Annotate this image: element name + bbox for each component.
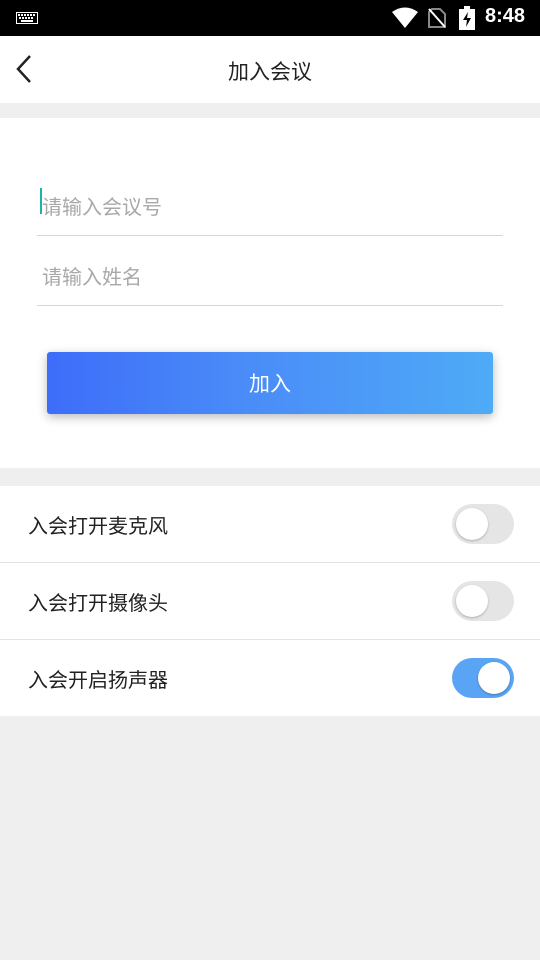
name-input[interactable]	[37, 248, 503, 306]
meeting-number-input[interactable]	[37, 178, 503, 236]
keyboard-icon	[16, 12, 38, 24]
settings-row-microphone: 入会打开麦克风	[0, 486, 540, 563]
microphone-toggle[interactable]	[452, 504, 514, 544]
join-settings: 入会打开麦克风 入会打开摄像头 入会开启扬声器	[0, 486, 540, 716]
settings-label-microphone: 入会打开麦克风	[28, 514, 168, 538]
page-title: 加入会议	[228, 60, 312, 84]
toggle-knob	[456, 585, 488, 617]
status-time: 8:48	[485, 5, 526, 27]
wifi-icon	[392, 7, 418, 28]
text-cursor	[40, 188, 42, 214]
toggle-knob	[478, 662, 510, 694]
speaker-toggle[interactable]	[452, 658, 514, 698]
join-button[interactable]: 加入	[47, 352, 493, 414]
toggle-knob	[456, 508, 488, 540]
status-bar: 8:48	[0, 0, 540, 36]
join-form: 加入	[0, 118, 540, 468]
camera-toggle[interactable]	[452, 581, 514, 621]
settings-row-camera: 入会打开摄像头	[0, 563, 540, 640]
no-sim-icon	[428, 8, 446, 28]
app-bar: 加入会议	[0, 36, 540, 103]
settings-label-camera: 入会打开摄像头	[28, 591, 168, 615]
settings-label-speaker: 入会开启扬声器	[28, 668, 168, 692]
settings-row-speaker: 入会开启扬声器	[0, 640, 540, 716]
battery-charging-icon	[459, 6, 475, 30]
